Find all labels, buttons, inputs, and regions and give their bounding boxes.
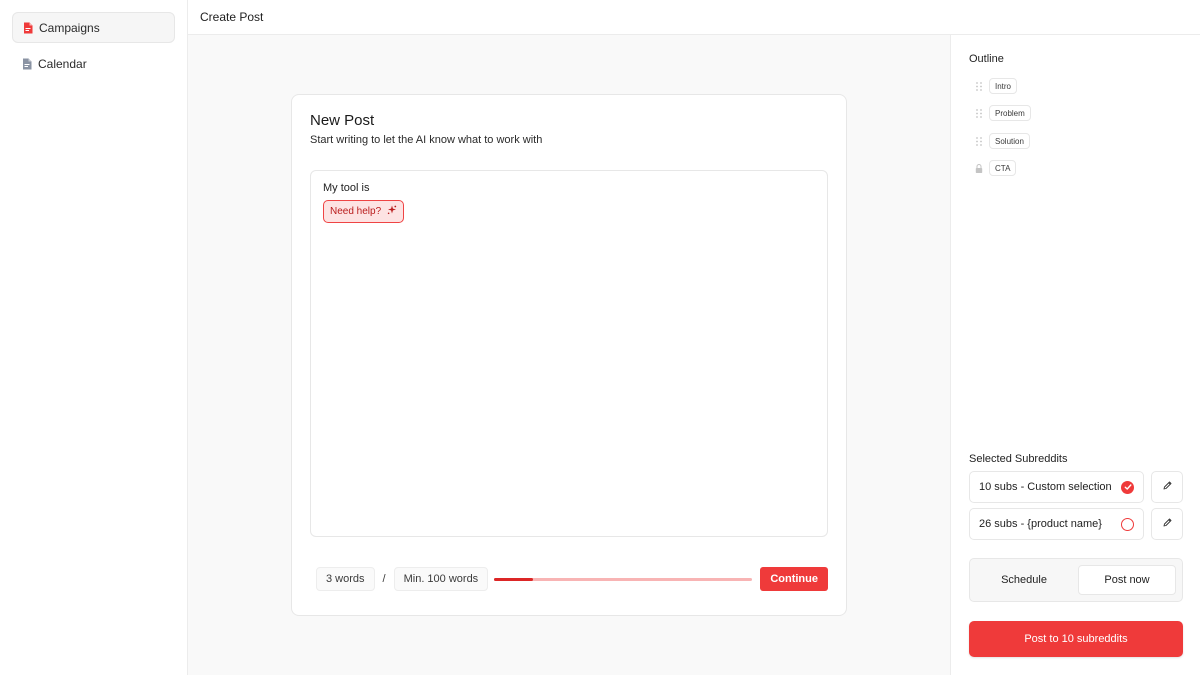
post-to-subreddits-button[interactable]: Post to 10 subreddits [969,621,1183,657]
pencil-icon [1162,478,1173,496]
sidebar-item-label: Calendar [38,56,87,71]
subreddit-option-row: 10 subs - Custom selection [969,471,1183,503]
post-now-option[interactable]: Post now [1078,565,1176,595]
schedule-option[interactable]: Schedule [976,565,1072,595]
need-help-button[interactable]: Need help? [323,200,405,223]
post-title: New Post [310,112,375,129]
subreddit-option-product[interactable]: 26 subs - {product name} [969,508,1144,540]
check-circle-icon[interactable] [1121,480,1134,494]
document-red-icon [23,22,33,34]
outline-item-cta: CTA [975,160,1017,176]
sidebar-item-calendar[interactable]: Calendar [12,48,175,79]
editor-text[interactable]: My tool is [323,182,369,194]
main-area: New Post Start writing to let the AI kno… [188,35,950,675]
sparkle-icon [387,205,397,218]
lock-icon [975,163,983,174]
word-count-separator: / [382,573,386,585]
min-words: Min. 100 words [393,567,489,591]
document-icon [22,58,32,70]
subreddit-option-row: 26 subs - {product name} [969,508,1183,540]
edit-subreddits-button[interactable] [1151,471,1183,503]
outline-chip: Solution [989,133,1030,149]
need-help-label: Need help? [330,206,382,217]
page-title: Create Post [200,10,264,24]
word-progress-fill [494,577,533,581]
sidebar: Campaigns Calendar [0,0,188,675]
edit-subreddits-button[interactable] [1151,508,1183,540]
drag-handle-icon[interactable] [975,136,983,147]
outline-title: Outline [969,53,1004,65]
sidebar-item-label: Campaigns [39,20,100,35]
header: Create Post [188,0,1200,35]
subreddit-option-label: 26 subs - {product name} [979,518,1102,530]
pencil-icon [1162,515,1173,533]
outline-item-solution[interactable]: Solution [975,133,1030,149]
drag-handle-icon[interactable] [975,81,983,92]
subreddit-option-custom[interactable]: 10 subs - Custom selection [969,471,1144,503]
right-panel: Outline Intro Problem Solution CTA Selec… [950,35,1200,675]
radio-circle-icon[interactable] [1121,517,1134,531]
schedule-toggle: Schedule Post now [969,558,1183,602]
subreddit-option-label: 10 subs - Custom selection [979,481,1112,493]
new-post-card: New Post Start writing to let the AI kno… [291,94,847,616]
subreddits-title: Selected Subreddits [969,453,1068,465]
word-progress-bar [494,577,753,581]
sidebar-item-campaigns[interactable]: Campaigns [12,12,175,43]
outline-chip: Problem [989,105,1031,121]
outline-chip: Intro [989,78,1018,94]
word-count: 3 words [316,567,375,591]
post-editor[interactable]: My tool is Need help? [310,170,828,537]
continue-button[interactable]: Continue [760,567,828,591]
drag-handle-icon[interactable] [975,108,983,119]
outline-chip: CTA [989,160,1017,176]
word-count-row: 3 words / Min. 100 words Continue [316,567,828,591]
outline-item-intro[interactable]: Intro [975,78,1018,94]
outline-item-problem[interactable]: Problem [975,105,1031,121]
post-subtitle: Start writing to let the AI know what to… [310,134,543,146]
